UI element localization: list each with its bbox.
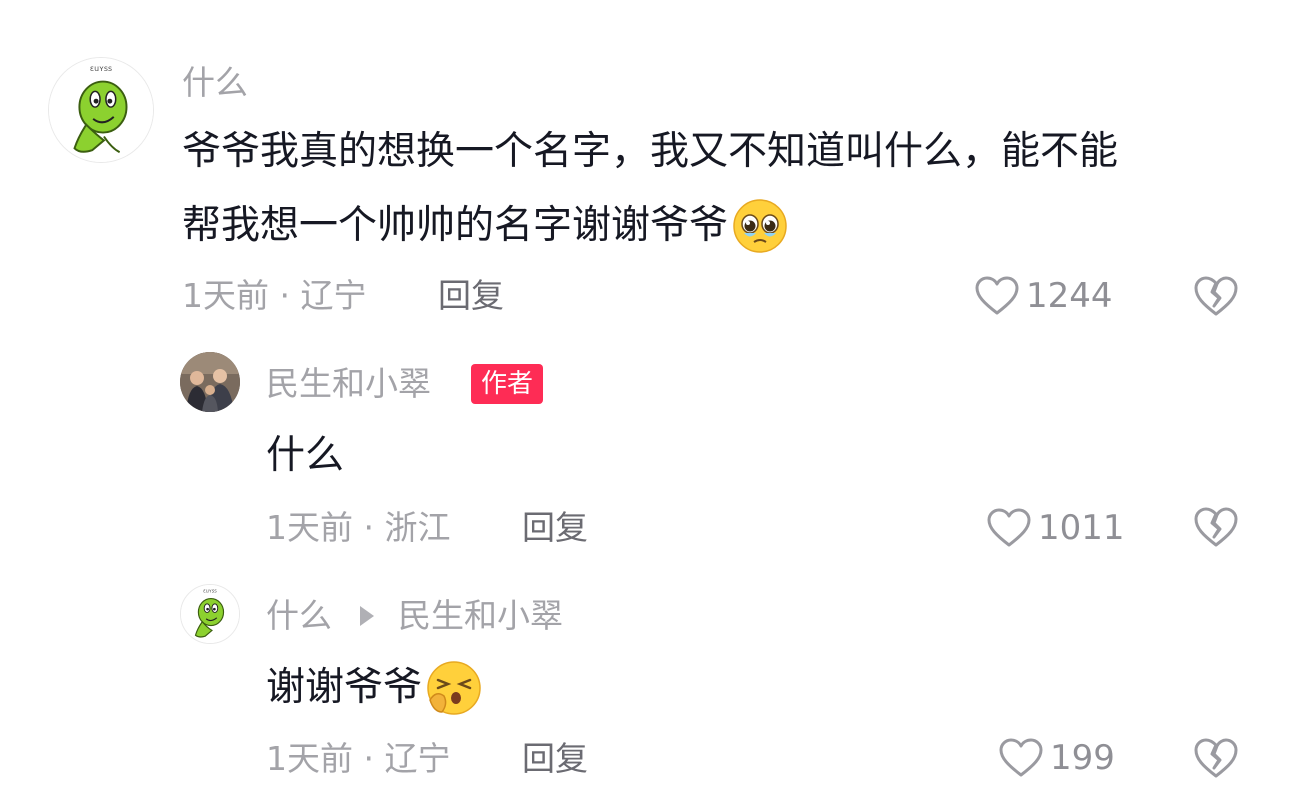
like-button[interactable]: 199 [998,737,1115,779]
broken-heart-icon [1194,276,1238,316]
comment-author[interactable]: 什么 [182,63,248,103]
reply-author[interactable]: 民生和小翠 [266,364,431,404]
reply-text-wrap: 谢谢爷爷 [266,656,482,720]
svg-text:ɛuʏss: ɛuʏss [203,590,217,595]
like-button[interactable]: 1244 [974,275,1113,317]
pleading-face-icon [732,198,788,254]
heart-icon [999,738,1043,777]
reply-author[interactable]: 什么 [266,596,332,636]
like-count: 1011 [1038,508,1125,548]
group-photo-avatar-icon [180,352,240,412]
avatar[interactable] [180,352,240,412]
reply-meta: 1天前 · 辽宁 [266,739,451,778]
dislike-button[interactable] [1192,736,1240,780]
svg-text:ɛuʏss: ɛuʏss [90,64,112,73]
reply-button[interactable]: 回复 [522,739,588,779]
frog-avatar-icon: ɛuʏss [49,58,153,162]
reply-text: 谢谢爷爷 [266,665,423,710]
reply-button[interactable]: 回复 [438,276,504,316]
kissing-face-icon [426,660,482,716]
like-count: 199 [1050,738,1115,778]
comment-text-line-1: 爷爷我真的想换一个名字，我又不知道叫什么，能不能 [182,129,1119,174]
dislike-button[interactable] [1192,505,1240,549]
broken-heart-icon [1194,738,1238,778]
frog-avatar-icon: ɛuʏss [181,585,239,643]
reply-button[interactable]: 回复 [522,508,588,548]
like-button[interactable]: 1011 [986,507,1125,549]
avatar[interactable]: ɛuʏss [48,57,154,163]
avatar[interactable]: ɛuʏss [180,584,240,644]
broken-heart-icon [1194,507,1238,547]
reply-meta: 1天前 · 浙江 [266,508,451,547]
reply-to-user[interactable]: 民生和小翠 [398,596,563,636]
comment-text-line-2: 帮我想一个帅帅的名字谢谢爷爷 [182,203,729,248]
comment-text-line-2-wrap: 帮我想一个帅帅的名字谢谢爷爷 [182,194,788,258]
reply-text: 什么 [266,433,345,478]
heart-icon [975,276,1019,315]
heart-icon [987,508,1031,547]
author-badge: 作者 [471,364,544,404]
dislike-button[interactable] [1192,274,1240,318]
reply-arrow-icon [360,606,374,626]
comment-thread: ɛuʏss 什么 爷爷我真的想换一个名字，我又不知道叫什么，能不能 帮我想一个帅… [0,0,1290,807]
comment-meta: 1天前 · 辽宁 [182,276,367,315]
like-count: 1244 [1026,276,1113,316]
